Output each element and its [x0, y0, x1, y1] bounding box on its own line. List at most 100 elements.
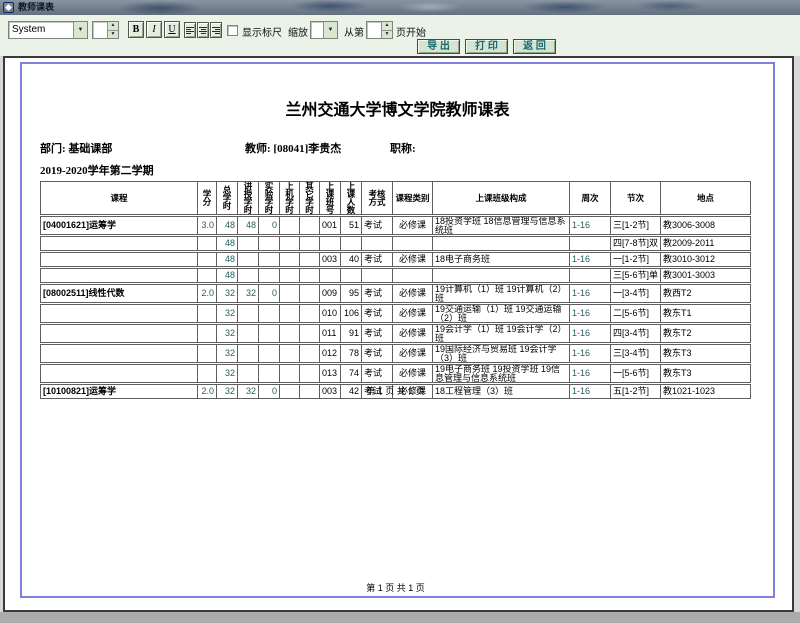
align-center-icon	[199, 26, 208, 35]
table-cell: 教2009-2011	[661, 236, 751, 251]
table-cell	[280, 344, 300, 363]
font-size-value	[93, 22, 107, 38]
start-page-value	[367, 22, 381, 38]
table-cell: 32	[217, 284, 238, 303]
table-header-cell: 其它 学时	[300, 181, 320, 215]
window-title: 教师课表	[18, 0, 54, 15]
align-right-button[interactable]	[210, 22, 222, 38]
table-cell: 一[1-2节]	[611, 252, 661, 267]
table-cell	[280, 236, 300, 251]
table-cell: 32	[217, 364, 238, 383]
table-cell: 教东T3	[661, 344, 751, 363]
table-cell	[238, 252, 259, 267]
table-cell: 二[5-6节]	[611, 304, 661, 323]
export-button[interactable]: 导 出	[417, 39, 460, 54]
zoom-combo[interactable]: ▼	[310, 21, 338, 39]
table-cell	[300, 344, 320, 363]
back-button[interactable]: 返 回	[513, 39, 556, 54]
table-cell	[341, 236, 362, 251]
table-cell	[300, 268, 320, 283]
spin-down-icon[interactable]: ▼	[382, 30, 392, 39]
underline-button[interactable]: U	[164, 21, 180, 38]
title-bar[interactable]: 教师课表	[0, 0, 800, 15]
table-header-cell: 周次	[570, 181, 611, 215]
align-center-button[interactable]	[197, 22, 209, 38]
table-cell	[280, 216, 300, 235]
table-cell: 010	[320, 304, 341, 323]
table-cell: 四[7-8节]双	[611, 236, 661, 251]
table-cell: 1-16	[570, 216, 611, 235]
show-ruler-checkbox[interactable]	[227, 25, 238, 36]
table-header-cell: 地点	[661, 181, 751, 215]
print-button[interactable]: 打 印	[465, 39, 508, 54]
table-cell	[433, 236, 570, 251]
report-title: 兰州交通大学博文学院教师课表	[22, 96, 773, 120]
table-cell	[40, 304, 198, 323]
table-cell: 012	[320, 344, 341, 363]
table-cell: 考试	[362, 252, 393, 267]
table-header-cell: 讲授 学时	[238, 181, 259, 215]
table-row: 3201191考试必修课19会计学（1）班 19会计学（2）班1-16四[3-4…	[40, 324, 751, 343]
align-right-icon	[212, 26, 221, 35]
align-left-button[interactable]	[184, 22, 196, 38]
table-header-cell: 考核 方式	[362, 181, 393, 215]
teacher-timetable-window: 教师课表 System ▼ ▲ ▼ B I U	[0, 0, 800, 623]
font-combo[interactable]: System ▼	[8, 21, 88, 39]
table-cell	[280, 252, 300, 267]
table-cell: 32	[217, 304, 238, 323]
spin-up-icon[interactable]: ▲	[108, 22, 118, 30]
table-cell: 1-16	[570, 284, 611, 303]
table-row: [04001621]运筹学3.04848000151考试必修课18投资学班 18…	[40, 216, 751, 235]
table-cell	[198, 344, 217, 363]
table-cell: 32	[217, 344, 238, 363]
zoom-combo-dropdown-icon[interactable]: ▼	[323, 22, 337, 38]
semester-label: 2019-2020学年第二学期	[40, 162, 154, 178]
start-page-spinner[interactable]: ▲ ▼	[366, 21, 393, 39]
table-cell: 考试	[362, 304, 393, 323]
table-cell: 必修课	[393, 304, 433, 323]
table-cell: 1-16	[570, 344, 611, 363]
table-cell	[259, 364, 280, 383]
page-footer-bottom: 第 1 页 共 1 页	[40, 581, 751, 594]
table-cell: 三[1-2节]	[611, 216, 661, 235]
table-header-cell: 课程	[40, 181, 198, 215]
italic-button[interactable]: I	[146, 21, 162, 38]
table-cell: [08002511]线性代数	[40, 284, 198, 303]
font-combo-dropdown-icon[interactable]: ▼	[73, 22, 87, 38]
table-cell	[300, 252, 320, 267]
table-cell: 003	[320, 252, 341, 267]
table-cell	[280, 364, 300, 383]
table-cell: 一[3-4节]	[611, 284, 661, 303]
table-cell: 考试	[362, 364, 393, 383]
table-cell: 必修课	[393, 364, 433, 383]
table-cell: 0	[259, 284, 280, 303]
table-cell: 0	[259, 216, 280, 235]
table-cell: 1-16	[570, 324, 611, 343]
table-row: 32010106考试必修课19交通运输（1）班 19交通运输（2）班1-16二[…	[40, 304, 751, 323]
table-cell: 48	[217, 216, 238, 235]
table-header-cell: 上机 学时	[280, 181, 300, 215]
bold-button[interactable]: B	[128, 21, 144, 38]
table-cell: 19计算机（1）班 19计算机（2）班	[433, 284, 570, 303]
table-cell: 必修课	[393, 344, 433, 363]
start-page-spin-buttons: ▲ ▼	[381, 22, 392, 38]
table-cell: 必修课	[393, 252, 433, 267]
table-cell: 考试	[362, 284, 393, 303]
table-cell: 考试	[362, 216, 393, 235]
zoom-label: 缩放	[288, 24, 308, 39]
table-cell	[341, 268, 362, 283]
font-size-spinner[interactable]: ▲ ▼	[92, 21, 119, 39]
app-icon-glyph	[5, 4, 12, 11]
table-cell: 19交通运输（1）班 19交通运输（2）班	[433, 304, 570, 323]
table-cell	[320, 236, 341, 251]
table-cell	[570, 236, 611, 251]
table-header-cell: 课程类别	[393, 181, 433, 215]
table-cell	[300, 236, 320, 251]
spin-up-icon[interactable]: ▲	[382, 22, 392, 30]
table-cell	[320, 268, 341, 283]
table-header-cell: 节次	[611, 181, 661, 215]
from-page-label: 从第	[344, 24, 364, 39]
spin-down-icon[interactable]: ▼	[108, 30, 118, 39]
underline-button-label: U	[168, 24, 175, 35]
table-cell: 19会计学（1）班 19会计学（2）班	[433, 324, 570, 343]
